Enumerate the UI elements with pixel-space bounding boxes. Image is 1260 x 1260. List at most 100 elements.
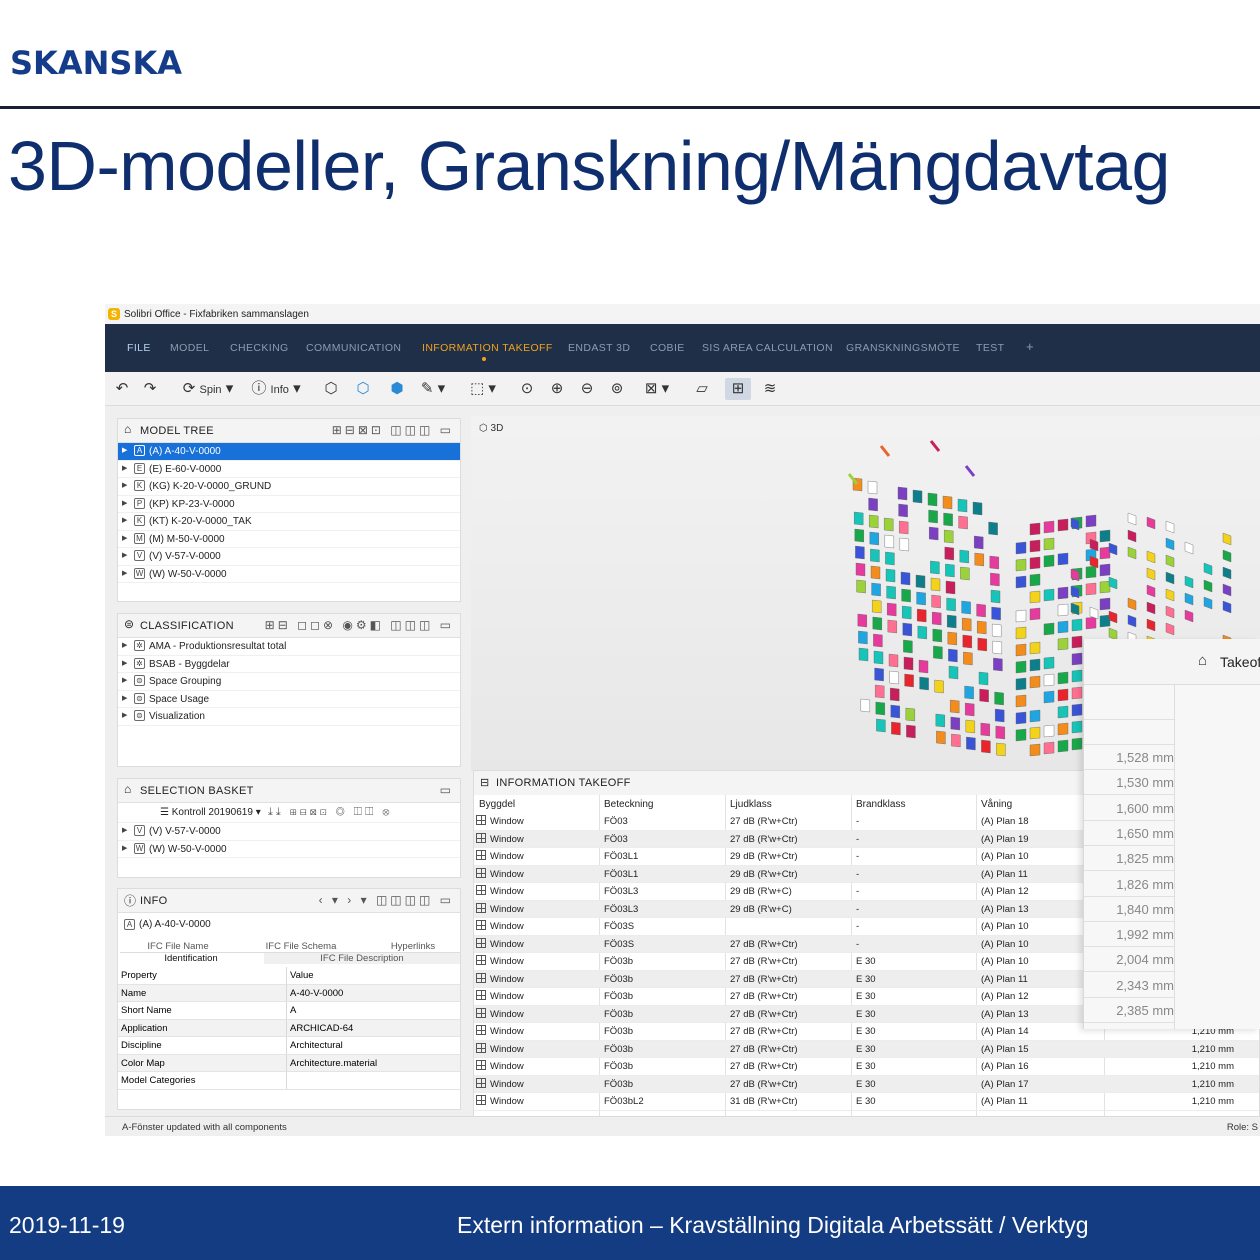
model-tree-item[interactable]: ▶ A (A) A-40-V-0000 — [118, 443, 460, 461]
window-panel — [1043, 741, 1055, 755]
undo-icon[interactable]: ↶ — [111, 378, 133, 400]
window-panel — [932, 611, 942, 626]
tab-hyperlinks[interactable]: Hyperlinks — [366, 941, 460, 953]
basket-tools[interactable]: ⤓⤓ ⊞⊟⊠⊡ ◎ ◫◫ ⊗ — [268, 806, 393, 819]
window-panel — [1029, 743, 1041, 757]
info-tools[interactable]: ‹ ▾ › ▾ ◫◫◫◫ ▭ — [319, 893, 454, 907]
window-panel — [858, 630, 868, 645]
expand-arrow-icon[interactable]: ▶ — [122, 711, 127, 719]
model-tree-tools[interactable]: ⊞⊟⊠⊡ ◫◫◫ ▭ — [332, 423, 454, 437]
expand-arrow-icon[interactable]: ▶ — [122, 641, 127, 649]
classification-item[interactable]: ▶ ⊜ Visualization — [118, 708, 460, 726]
info-button[interactable]: ⓘ Info ▾ — [247, 378, 305, 400]
menu-test[interactable]: TEST — [976, 342, 1004, 354]
classification-item[interactable]: ▶ ✲ BSAB - Byggdelar — [118, 656, 460, 673]
menu-cobie[interactable]: COBIE — [650, 342, 685, 354]
section-tool-icon[interactable]: ⊠ ▾ — [637, 378, 677, 400]
isolate-icon[interactable]: ⬢ — [385, 378, 409, 400]
model-tree-item[interactable]: ▶ V (V) V-57-V-0000 — [118, 548, 460, 566]
menu-granskningsmote[interactable]: GRANSKNINGSMÖTE — [846, 342, 960, 354]
column-header-vaning[interactable]: Våning — [981, 799, 1012, 810]
window-panel — [902, 622, 912, 637]
spin-button[interactable]: ⟳ Spin ▾ — [177, 378, 239, 400]
window-panel — [948, 648, 958, 663]
column-header-brandklass[interactable]: Brandklass — [856, 799, 905, 810]
zoom-window-icon[interactable]: ⊚ — [605, 378, 629, 400]
classification-item[interactable]: ▶ ⊜ Space Usage — [118, 691, 460, 708]
floor-plan-icon[interactable]: ▱ — [689, 378, 715, 400]
column-header-byggdel[interactable]: Byggdel — [479, 799, 515, 810]
classification-item[interactable]: ▶ ⊜ Space Grouping — [118, 673, 460, 691]
window-panel — [944, 529, 954, 544]
takeoff-row[interactable]: Window FÖ03bL2 31 dB (R'w+Ctr) E 30 (A) Plan… — [474, 1093, 1259, 1111]
column-header-beteckning[interactable]: Beteckning — [604, 799, 653, 810]
takeoff-cell: FÖ03b — [604, 991, 634, 1002]
map-view-icon[interactable]: ⊞ — [725, 378, 751, 400]
box-view-icon[interactable]: ⬚ ▾ — [463, 378, 503, 400]
model-tree-item[interactable]: ▶ P (KP) KP-23-V-0000 — [118, 496, 460, 513]
zoom-fit-icon[interactable]: ⊙ — [515, 378, 539, 400]
expand-arrow-icon[interactable]: ▶ — [122, 694, 127, 702]
takeoff-cell-length: 1,210 mm — [1191, 1078, 1234, 1090]
takeoff-cell: (A) Plan 16 — [981, 1061, 1029, 1072]
takeoff-row[interactable]: Window FÖ03b 27 dB (R'w+Ctr) E 30 (A) Plan 1… — [474, 1058, 1259, 1076]
model-tree-item[interactable]: ▶ K (KG) K-20-V-0000_GRUND — [118, 478, 460, 496]
visibility-tool-icon[interactable]: ✎ ▾ — [415, 378, 451, 400]
window-panel — [957, 498, 968, 513]
hide-components-icon[interactable]: ⬡ — [351, 378, 375, 400]
classification-item[interactable]: ▶ ✲ AMA - Produktionsresultat total — [118, 638, 460, 656]
layers-icon[interactable]: ≋ — [757, 378, 783, 400]
add-tab-button[interactable]: + — [1026, 339, 1034, 354]
expand-arrow-icon[interactable]: ▶ — [122, 516, 127, 524]
menu-communication[interactable]: COMMUNICATION — [306, 342, 401, 354]
expand-arrow-icon[interactable]: ▶ — [122, 446, 127, 454]
window-icon — [476, 1060, 486, 1070]
window-panel — [855, 562, 866, 577]
menu-sis-area-calculation[interactable]: SIS AREA CALCULATION — [702, 342, 833, 354]
model-tree-item[interactable]: ▶ K (KT) K-20-V-0000_TAK — [118, 513, 460, 531]
tab-identification[interactable]: Identification — [120, 953, 262, 964]
window-panel — [1071, 635, 1083, 649]
expand-arrow-icon[interactable]: ▶ — [122, 826, 127, 834]
selection-basket-close-icon[interactable]: ▭ — [440, 783, 454, 797]
expand-arrow-icon[interactable]: ▶ — [122, 534, 127, 542]
roof-element — [964, 465, 976, 477]
window-icon — [476, 815, 486, 825]
expand-arrow-icon[interactable]: ▶ — [122, 499, 127, 507]
classification-tools[interactable]: ⊞⊟ ◻◻⊗ ◉⚙◧ ◫◫◫ ▭ — [265, 618, 454, 632]
expand-arrow-icon[interactable]: ▶ — [122, 676, 127, 684]
zoom-out-icon[interactable]: ⊖ — [575, 378, 599, 400]
show-components-icon[interactable]: ⬡ — [319, 378, 343, 400]
menu-model[interactable]: MODEL — [170, 342, 209, 354]
expand-arrow-icon[interactable]: ▶ — [122, 551, 127, 559]
menu-checking[interactable]: CHECKING — [230, 342, 289, 354]
model-tree-item[interactable]: ▶ E (E) E-60-V-0000 — [118, 461, 460, 478]
solibri-app-icon: S — [108, 308, 120, 320]
takeoff-icon: ⊟ — [480, 777, 490, 789]
window-panel — [887, 602, 897, 617]
tab-ifc-file-name[interactable]: IFC File Name — [120, 941, 236, 953]
expand-arrow-icon[interactable]: ▶ — [122, 569, 127, 577]
basket-item[interactable]: ▶ W (W) W-50-V-0000 — [118, 841, 460, 858]
expand-arrow-icon[interactable]: ▶ — [122, 659, 127, 667]
model-tree-item[interactable]: ▶ W (W) W-50-V-0000 — [118, 566, 460, 583]
model-tree-item[interactable]: ▶ M (M) M-50-V-0000 — [118, 531, 460, 548]
tab-ifc-file-schema[interactable]: IFC File Schema — [236, 941, 366, 953]
property-row: Color Map Architecture.material — [118, 1054, 460, 1072]
expand-arrow-icon[interactable]: ▶ — [122, 481, 127, 489]
takeoff-row[interactable]: Window FÖ03b 27 dB (R'w+Ctr) E 30 (A) Plan 1… — [474, 1040, 1259, 1058]
menu-information-takeoff[interactable]: INFORMATION TAKEOFF — [422, 342, 553, 354]
takeoff-row[interactable]: Window FÖ03b 27 dB (R'w+Ctr) E 30 (A) Plan 1… — [474, 1075, 1259, 1093]
menu-file[interactable]: FILE — [127, 342, 151, 354]
classification-icon: ⊜ — [134, 675, 145, 686]
zoom-in-icon[interactable]: ⊕ — [545, 378, 569, 400]
window-panel — [1043, 690, 1055, 704]
expand-arrow-icon[interactable]: ▶ — [122, 464, 127, 472]
redo-icon[interactable]: ↷ — [139, 378, 161, 400]
expand-arrow-icon[interactable]: ▶ — [122, 844, 127, 852]
tab-ifc-file-description[interactable]: IFC File Description — [264, 953, 460, 964]
basket-item[interactable]: ▶ V (V) V-57-V-0000 — [118, 823, 460, 841]
basket-dropdown[interactable]: ☰ Kontroll 20190619 ▾ — [160, 807, 261, 818]
menu-endast-3d[interactable]: ENDAST 3D — [568, 342, 630, 354]
column-header-ljudklass[interactable]: Ljudklass — [730, 799, 772, 810]
